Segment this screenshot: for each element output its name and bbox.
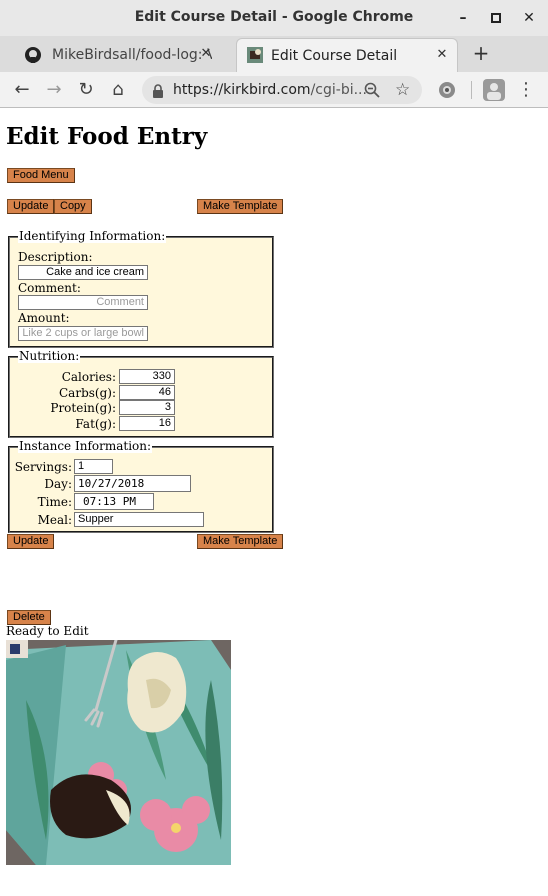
instance-info-fieldset: Instance Information: Servings: 1 Day: 1… [8,439,274,533]
favicon-icon [247,47,263,67]
nutrition-legend: Nutrition: [18,349,81,363]
day-input[interactable]: 10/27/2018 [74,475,191,492]
protein-label: Protein(g): [50,401,116,415]
servings-label: Servings: [14,460,72,474]
nutrition-fieldset: Nutrition: Calories: 330 Carbs(g): 46 Pr… [8,349,274,438]
status-text: Ready to Edit [6,624,89,638]
description-input[interactable]: Cake and ice cream [18,265,148,280]
profile-avatar[interactable] [483,79,505,105]
address-bar[interactable]: https://kirkbird.com/cgi-bi... ☆ [142,76,422,104]
update-button[interactable]: Update [7,199,55,214]
forward-icon[interactable]: → [42,78,66,102]
tab-edit-course-detail[interactable]: Edit Course Detail ✕ [236,38,458,72]
close-window-icon[interactable]: ✕ [520,9,538,27]
github-icon [24,46,42,68]
minimize-icon[interactable]: – [454,9,472,27]
star-icon[interactable]: ☆ [395,80,410,100]
copy-button[interactable]: Copy [54,199,92,214]
time-input[interactable]: 07:13 PM [74,493,154,510]
window-titlebar: Edit Course Detail - Google Chrome – ✕ [0,0,548,36]
toolbar-separator [471,81,472,99]
fat-label: Fat(g): [75,417,116,431]
identifying-info-fieldset: Identifying Information: Description: Ca… [8,229,274,348]
tab-close-icon[interactable]: ✕ [198,46,214,62]
tab-github[interactable]: MikeBirdsall/food-log: V ✕ [4,38,236,72]
lock-icon [152,83,164,102]
url-path: /cgi-bi... [310,82,367,98]
tab-strip: MikeBirdsall/food-log: V ✕ Edit Course D… [0,36,548,72]
comment-label: Comment: [18,281,81,295]
day-label: Day: [44,477,72,491]
maximize-icon[interactable] [487,9,505,27]
url-host: https://kirkbird.com [173,82,311,98]
protein-input[interactable]: 3 [119,400,175,415]
calories-label: Calories: [61,370,116,384]
update-button-bottom[interactable]: Update [7,534,55,549]
url-text: https://kirkbird.com/cgi-bi... [173,82,367,98]
meal-label: Meal: [37,513,72,527]
carbs-input[interactable]: 46 [119,385,175,400]
make-template-button[interactable]: Make Template [197,199,284,214]
home-icon[interactable]: ⌂ [106,78,130,102]
food-photo [6,640,231,865]
page-content: Edit Food Entry Food Menu Update Copy Ma… [0,109,548,896]
calories-input[interactable]: 330 [119,369,175,384]
meal-select[interactable]: Supper [74,512,204,527]
make-template-button-bottom[interactable]: Make Template [197,534,284,549]
delete-button[interactable]: Delete [7,610,51,625]
time-label: Time: [37,495,72,509]
tab-label: MikeBirdsall/food-log: V [52,47,212,63]
food-menu-button[interactable]: Food Menu [7,168,75,183]
reload-icon[interactable]: ↻ [74,78,98,102]
page-title: Edit Food Entry [6,123,208,150]
back-icon[interactable]: ← [10,78,34,102]
extension-icon[interactable] [437,80,457,104]
servings-input[interactable]: 1 [74,459,113,474]
tab-label: Edit Course Detail [271,48,398,64]
amount-input[interactable]: Like 2 cups or large bowl [18,326,148,341]
identifying-info-legend: Identifying Information: [18,229,167,243]
description-label: Description: [18,250,93,264]
comment-input[interactable]: Comment [18,295,148,310]
carbs-label: Carbs(g): [59,386,116,400]
zoom-icon[interactable] [364,82,380,102]
new-tab-icon[interactable]: + [470,42,492,64]
chrome-menu-icon[interactable]: ⋮ [514,78,538,102]
amount-label: Amount: [18,311,70,325]
instance-info-legend: Instance Information: [18,439,153,453]
fat-input[interactable]: 16 [119,416,175,431]
browser-toolbar: ← → ↻ ⌂ https://kirkbird.com/cgi-bi... ☆… [0,72,548,108]
tab-close-icon[interactable]: ✕ [434,47,450,63]
